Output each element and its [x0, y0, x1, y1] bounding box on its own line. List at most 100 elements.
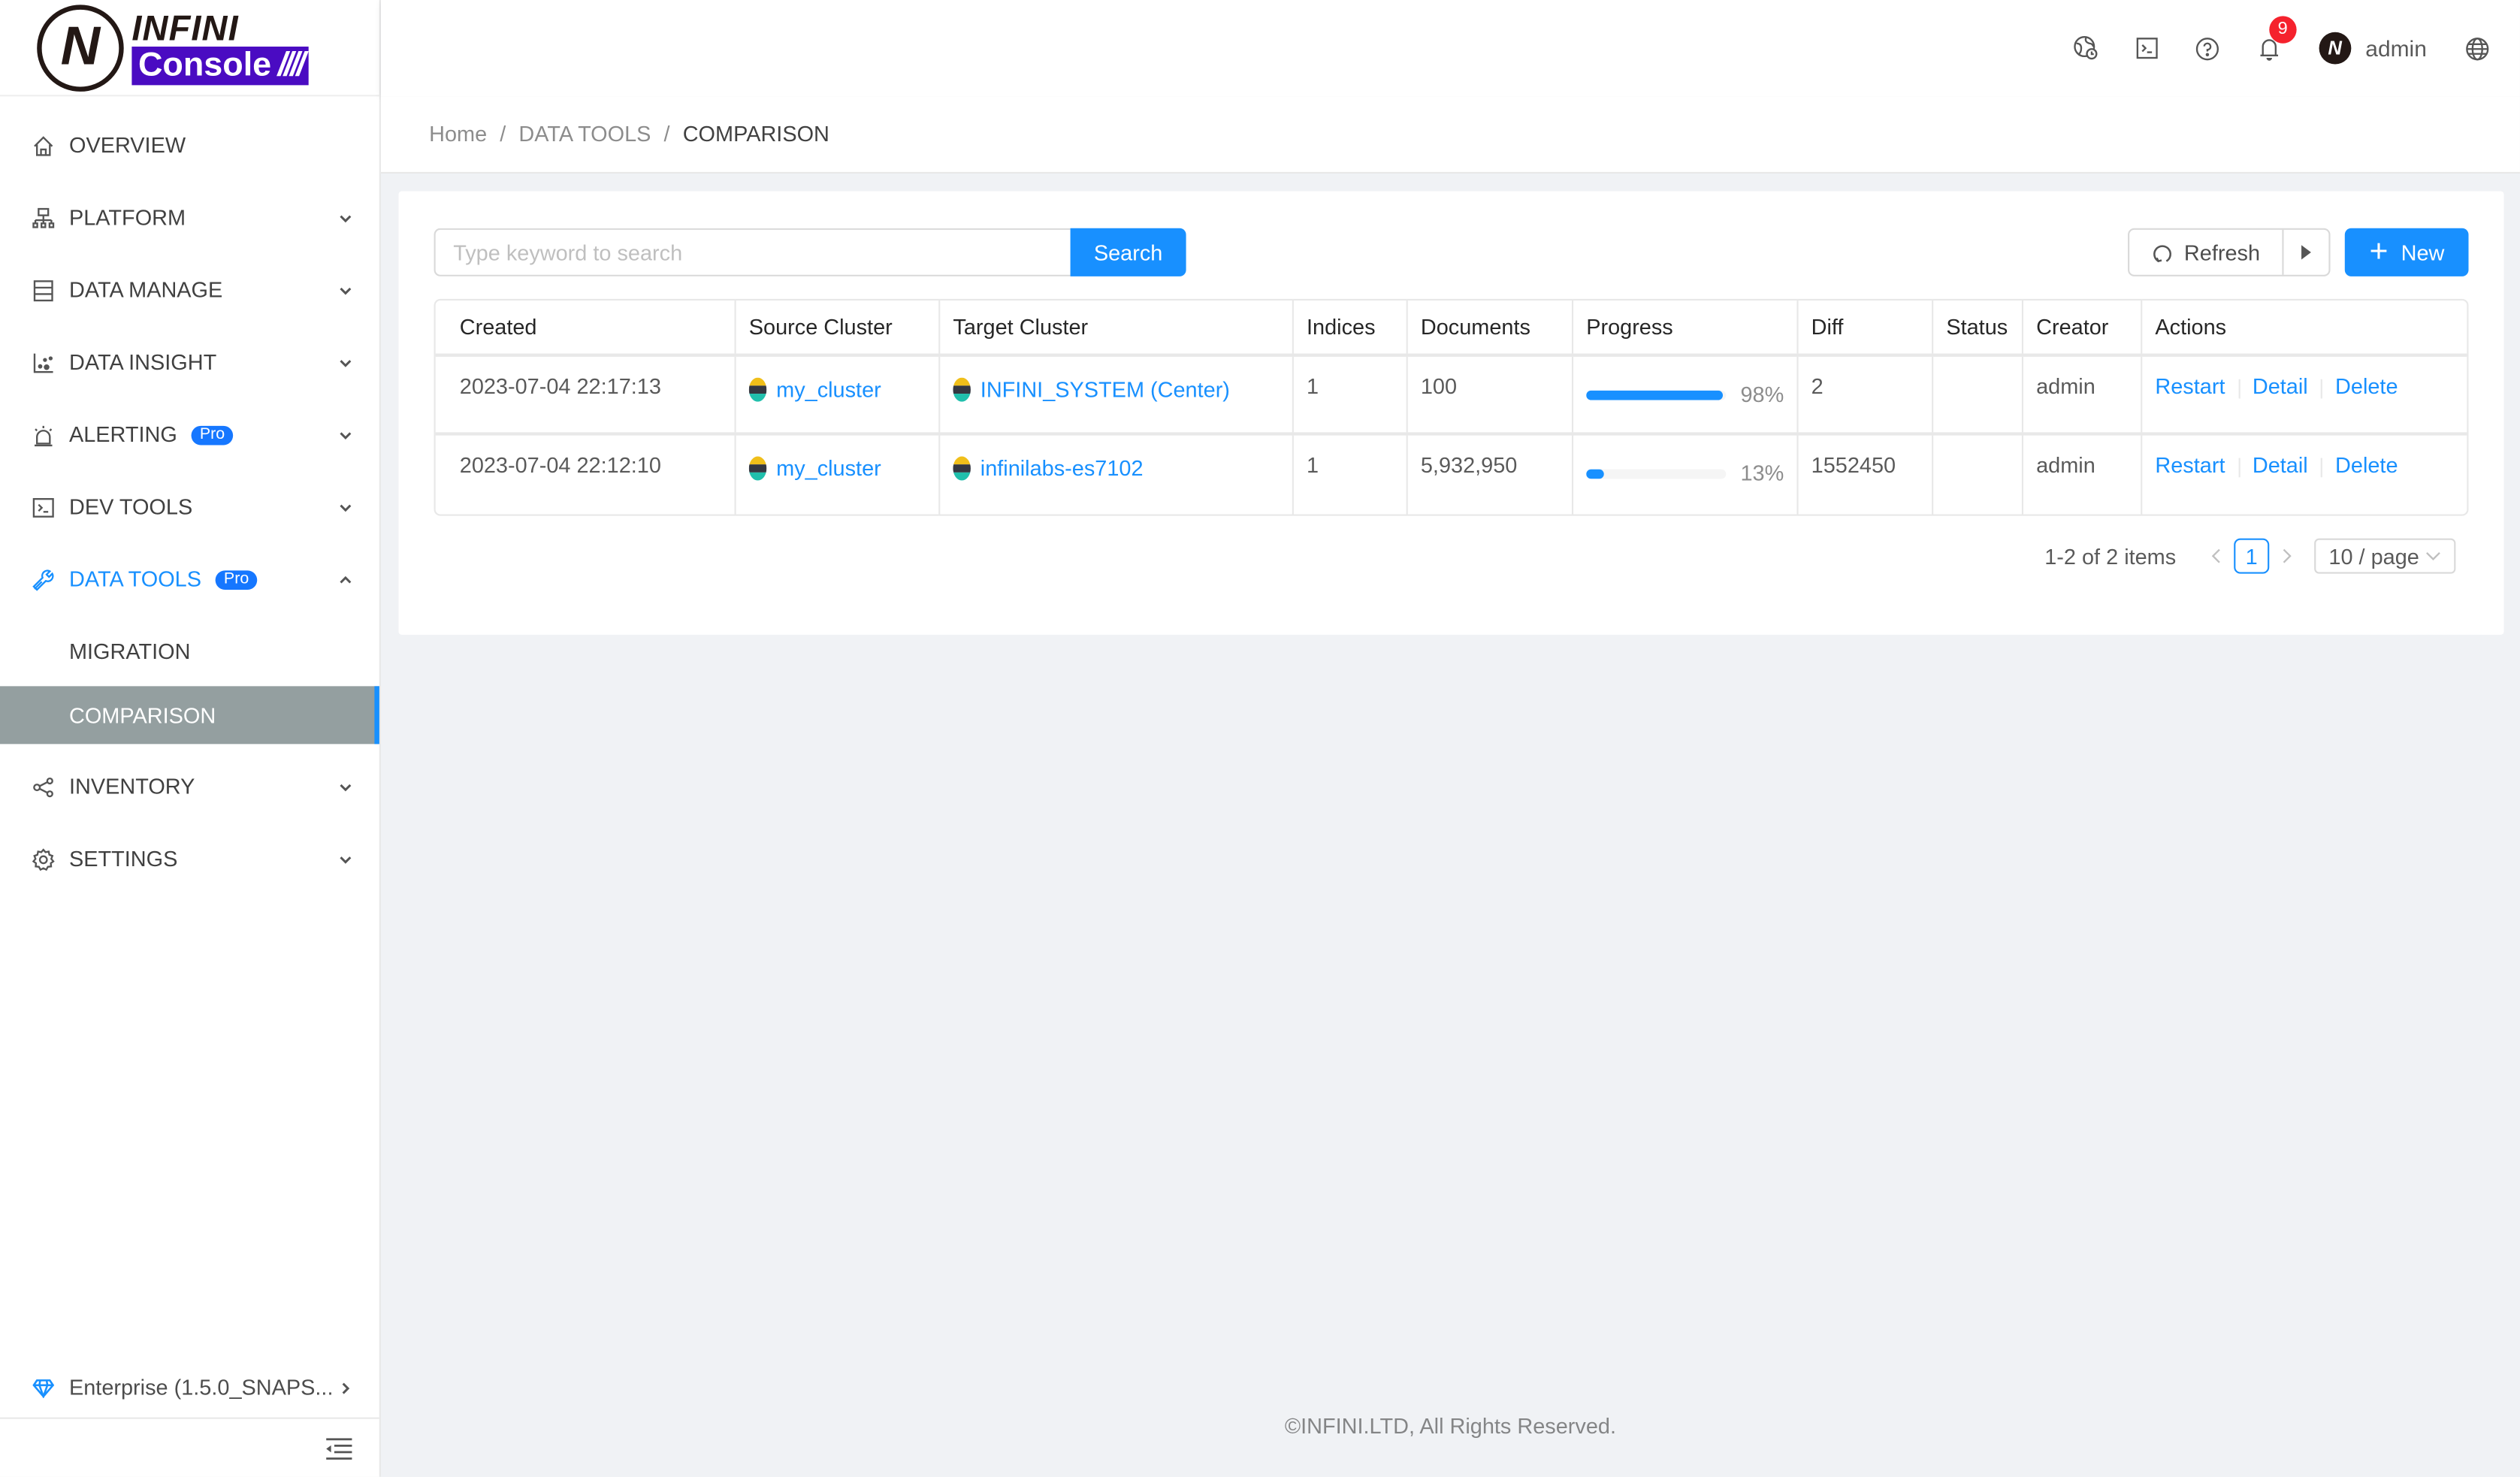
sidebar-item-settings[interactable]: SETTINGS	[0, 823, 379, 895]
status-cell	[1933, 356, 2024, 433]
chevron-down-icon	[337, 851, 353, 867]
table-row: 2023-07-04 22:12:10 my_cluster infinilab…	[436, 435, 2467, 515]
detail-link[interactable]: Detail	[2253, 374, 2308, 398]
detail-link[interactable]: Detail	[2253, 453, 2308, 477]
status-cell	[1933, 435, 2024, 515]
breadcrumb-home[interactable]: Home	[429, 122, 487, 146]
delete-link[interactable]: Delete	[2335, 453, 2398, 477]
sidebar-item-label: SETTINGS	[68, 847, 178, 871]
elasticsearch-icon	[953, 456, 971, 481]
reload-icon	[2152, 242, 2173, 263]
chevron-down-icon	[337, 210, 353, 225]
terminal-icon	[32, 496, 55, 518]
user-menu[interactable]: N admin	[2319, 32, 2427, 65]
restart-link[interactable]: Restart	[2155, 453, 2225, 477]
sidebar-subitem-comparison[interactable]: COMPARISON	[0, 686, 379, 745]
progress-cell: 13%	[1573, 435, 1799, 515]
pagination: 1-2 of 2 items 1 10 / page	[2044, 538, 2456, 574]
page-size-select[interactable]: 10 / page	[2314, 538, 2456, 574]
source-cluster-link[interactable]: my_cluster	[748, 456, 881, 481]
sidebar-item-label: DATA TOOLS	[68, 567, 201, 592]
restart-link[interactable]: Restart	[2155, 374, 2225, 398]
chevron-down-icon	[337, 427, 353, 442]
action-divider	[2320, 379, 2322, 399]
bell-icon[interactable]: 9	[2256, 16, 2297, 61]
help-icon[interactable]	[2195, 35, 2221, 61]
target-cluster-link[interactable]: infinilabs-es7102	[953, 456, 1144, 481]
sidebar-item-inventory[interactable]: INVENTORY	[0, 751, 379, 823]
sidebar-item-label: DATA INSIGHT	[68, 350, 217, 375]
collapse-sidebar-button[interactable]	[0, 1419, 379, 1477]
source-cluster-cell: my_cluster	[736, 356, 941, 433]
creator-cell: admin	[2023, 435, 2143, 515]
diamond-icon	[32, 1378, 55, 1397]
sidebar-footer: Enterprise (1.5.0_SNAPS...	[0, 1358, 379, 1476]
breadcrumb-separator: /	[500, 122, 506, 146]
refresh-button[interactable]: Refresh	[2129, 229, 2285, 275]
sidebar-subitem-migration[interactable]: MIGRATION	[0, 622, 379, 680]
logo-text: INFINI Console////	[131, 10, 310, 85]
pro-badge: Pro	[192, 424, 233, 445]
indices-cell: 1	[1294, 356, 1408, 433]
sidebar-item-alerting[interactable]: ALERTING Pro	[0, 398, 379, 470]
sidebar-item-label-wrap: ALERTING Pro	[69, 423, 337, 447]
documents-cell: 100	[1408, 356, 1574, 433]
table-row: 2023-07-04 22:17:13 my_cluster INFINI_SY…	[435, 356, 2467, 436]
diff-cell: 1552450	[1799, 435, 1934, 515]
delete-link[interactable]: Delete	[2335, 374, 2398, 398]
prev-page-button[interactable]	[2198, 544, 2234, 568]
refresh-button-group: Refresh	[2128, 228, 2331, 276]
breadcrumb: Home / DATA TOOLS / COMPARISON	[380, 96, 2520, 174]
logo-console-text: Console	[137, 45, 272, 83]
top-header: 9 N admin	[380, 0, 2520, 97]
column-header-diff: Diff	[1799, 300, 1934, 354]
column-header-indices: Indices	[1294, 300, 1408, 354]
menu-fold-icon	[325, 1436, 354, 1460]
sidebar-item-overview[interactable]: OVERVIEW	[0, 109, 379, 181]
elasticsearch-icon	[748, 456, 767, 481]
source-cluster-name: my_cluster	[776, 377, 881, 402]
breadcrumb-data-tools[interactable]: DATA TOOLS	[518, 122, 651, 146]
target-cluster-link[interactable]: INFINI_SYSTEM (Center)	[953, 377, 1230, 402]
sidebar-item-dev-tools[interactable]: DEV TOOLS	[0, 471, 379, 543]
sidebar-item-data-insight[interactable]: DATA INSIGHT	[0, 326, 379, 398]
sidebar-item-data-manage[interactable]: DATA MANAGE	[0, 254, 379, 326]
auto-refresh-button[interactable]	[2284, 230, 2329, 275]
page-1-button[interactable]: 1	[2234, 538, 2270, 574]
comparison-table: Created Source Cluster Target Cluster In…	[434, 298, 2469, 516]
column-header-progress: Progress	[1573, 300, 1799, 354]
search-button[interactable]: Search	[1070, 228, 1186, 276]
next-page-button[interactable]	[2269, 544, 2304, 568]
chevron-down-icon	[337, 282, 353, 298]
elasticsearch-icon	[748, 377, 767, 402]
chevron-down-icon	[337, 355, 353, 370]
page-size-value: 10 / page	[2328, 544, 2419, 569]
pagination-total: 1-2 of 2 items	[2044, 544, 2177, 569]
search-input[interactable]	[434, 228, 1071, 276]
sidebar-item-data-tools[interactable]: DATA TOOLS Pro	[0, 543, 379, 615]
logo[interactable]: N INFINI Console////	[0, 0, 379, 97]
new-button[interactable]: + New	[2345, 228, 2469, 276]
target-cluster-name: infinilabs-es7102	[980, 456, 1144, 481]
source-cluster-link[interactable]: my_cluster	[748, 377, 881, 402]
chevron-up-icon	[337, 571, 353, 587]
app-root: N INFINI Console//// OVERVIEW PLATFORM D…	[0, 0, 2520, 1477]
footer: ©INFINI.LTD, All Rights Reserved.	[1284, 1414, 1617, 1439]
progress-fill	[1586, 389, 1724, 400]
notification-count-badge: 9	[2268, 16, 2297, 44]
chevron-down-icon	[337, 499, 353, 515]
indices-cell: 1	[1294, 435, 1408, 515]
sidebar-item-label-wrap: DATA TOOLS Pro	[69, 567, 337, 591]
version-link[interactable]: Enterprise (1.5.0_SNAPS...	[0, 1358, 379, 1419]
source-cluster-cell: my_cluster	[736, 435, 941, 515]
globe-clock-icon[interactable]	[2073, 35, 2098, 61]
terminal-icon[interactable]	[2134, 35, 2159, 61]
creator-cell: admin	[2023, 356, 2143, 433]
sidebar-item-platform[interactable]: PLATFORM	[0, 182, 379, 254]
breadcrumb-comparison: COMPARISON	[682, 122, 829, 146]
user-name: admin	[2365, 35, 2427, 62]
progress-text: 13%	[1740, 461, 1784, 485]
language-icon[interactable]	[2464, 35, 2489, 61]
column-header-target-cluster: Target Cluster	[940, 300, 1294, 354]
caret-right-icon	[2301, 244, 2313, 260]
